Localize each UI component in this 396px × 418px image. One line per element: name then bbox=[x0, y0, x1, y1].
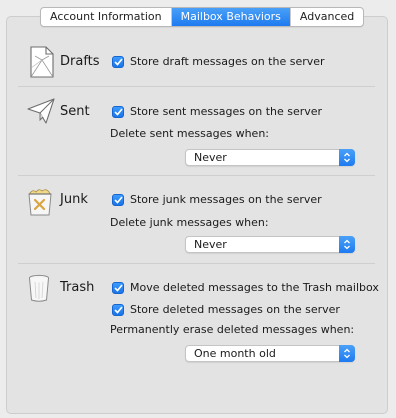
store-junk-label: Store junk messages on the server bbox=[130, 193, 322, 206]
junk-bin-icon bbox=[27, 188, 53, 219]
updown-chevron-icon bbox=[339, 149, 355, 166]
section-divider bbox=[18, 86, 375, 87]
drafts-document-icon bbox=[29, 46, 55, 81]
store-sent-label: Store sent messages on the server bbox=[130, 105, 323, 118]
store-drafts-checkbox-row[interactable]: Store draft messages on the server bbox=[112, 55, 325, 68]
tab-mailbox-behaviors[interactable]: Mailbox Behaviors bbox=[171, 8, 291, 26]
store-drafts-label: Store draft messages on the server bbox=[130, 55, 325, 68]
store-sent-checkbox-row[interactable]: Store sent messages on the server bbox=[112, 105, 322, 118]
drafts-title: Drafts bbox=[60, 54, 100, 69]
store-junk-checkbox-row[interactable]: Store junk messages on the server bbox=[112, 193, 322, 206]
delete-junk-value: Never bbox=[194, 238, 227, 251]
section-divider bbox=[18, 175, 375, 176]
tab-account-information[interactable]: Account Information bbox=[41, 8, 172, 26]
store-deleted-checkbox-row[interactable]: Store deleted messages on the server bbox=[112, 303, 340, 316]
erase-deleted-label: Permanently erase deleted messages when: bbox=[110, 323, 355, 336]
move-to-trash-checkbox-row[interactable]: Move deleted messages to the Trash mailb… bbox=[112, 281, 379, 294]
delete-sent-label: Delete sent messages when: bbox=[110, 127, 269, 140]
store-deleted-checkbox[interactable] bbox=[112, 303, 124, 316]
junk-title: Junk bbox=[60, 192, 88, 207]
section-divider bbox=[18, 263, 375, 264]
delete-sent-value: Never bbox=[194, 151, 227, 164]
erase-deleted-popup[interactable]: One month old bbox=[185, 345, 355, 362]
store-sent-checkbox[interactable] bbox=[112, 105, 124, 118]
store-drafts-checkbox[interactable] bbox=[112, 55, 124, 68]
store-deleted-label: Store deleted messages on the server bbox=[130, 303, 340, 316]
delete-junk-popup[interactable]: Never bbox=[185, 236, 355, 253]
move-to-trash-checkbox[interactable] bbox=[112, 281, 124, 294]
tab-advanced[interactable]: Advanced bbox=[291, 8, 363, 26]
updown-chevron-icon bbox=[339, 236, 355, 253]
trash-can-icon bbox=[28, 274, 50, 305]
paper-plane-icon bbox=[27, 98, 55, 127]
delete-junk-label: Delete junk messages when: bbox=[110, 216, 269, 229]
store-junk-checkbox[interactable] bbox=[112, 193, 124, 206]
tab-bar: Account Information Mailbox Behaviors Ad… bbox=[40, 7, 365, 27]
updown-chevron-icon bbox=[339, 345, 355, 362]
sent-title: Sent bbox=[60, 104, 90, 119]
erase-deleted-value: One month old bbox=[194, 347, 276, 360]
delete-sent-popup[interactable]: Never bbox=[185, 149, 355, 166]
move-to-trash-label: Move deleted messages to the Trash mailb… bbox=[130, 281, 379, 294]
trash-title: Trash bbox=[60, 280, 95, 295]
